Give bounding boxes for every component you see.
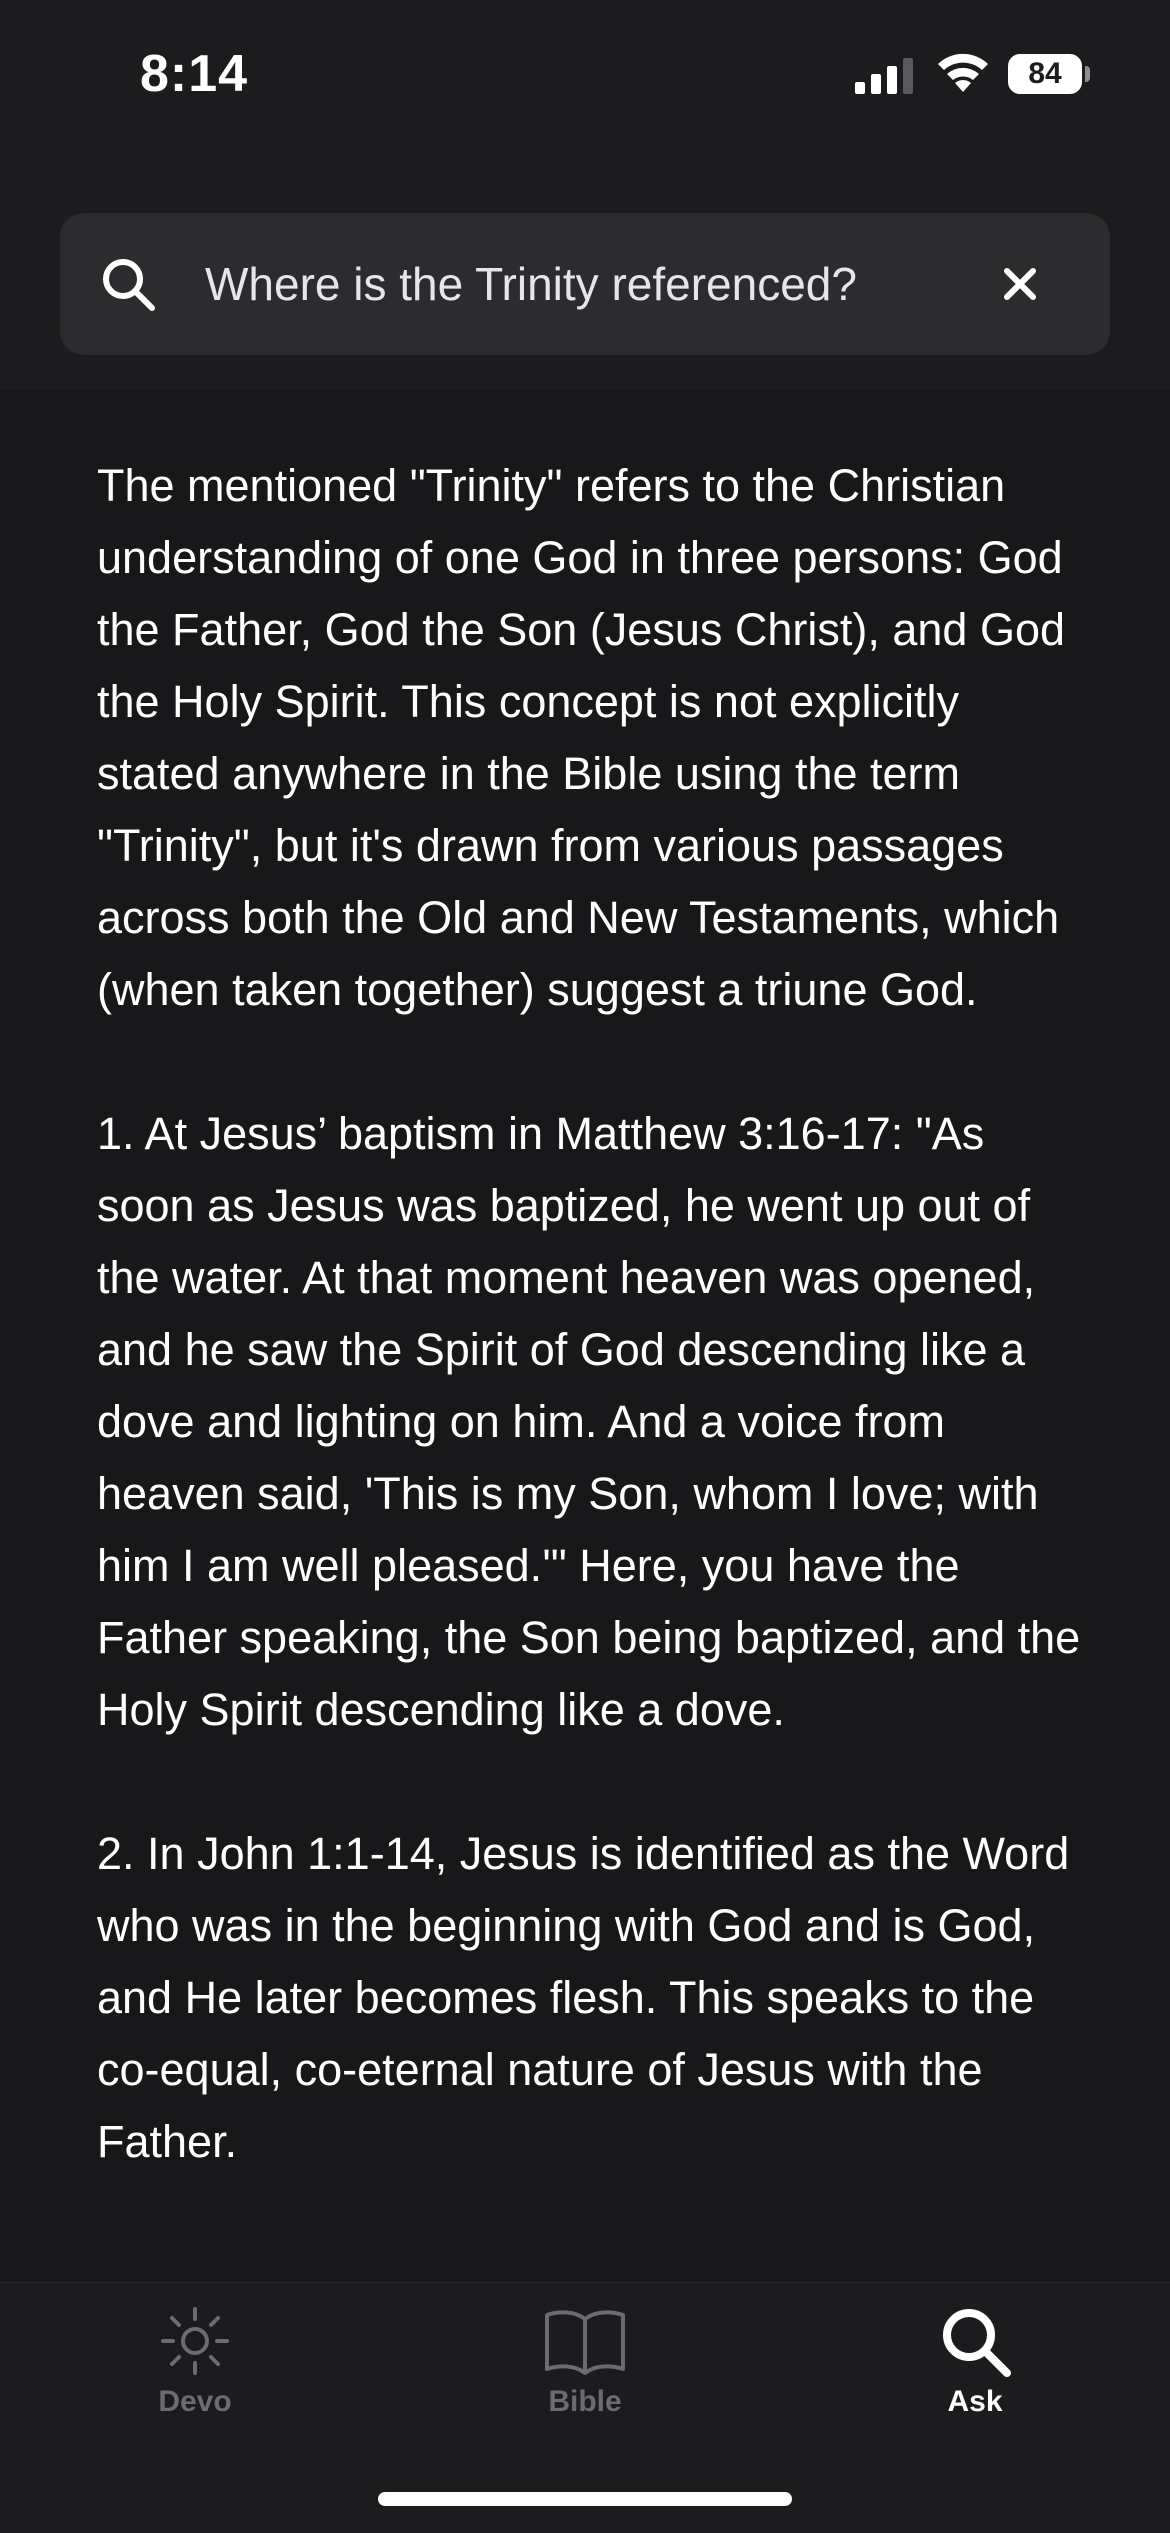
answer-paragraph: The mentioned "Trinity" refers to the Ch…	[97, 460, 1066, 1015]
battery-tip	[1085, 66, 1090, 82]
book-icon	[545, 2310, 625, 2375]
status-time: 8:14	[140, 45, 249, 103]
status-bar: 8:14 84	[0, 0, 1170, 160]
battery-level: 84	[1008, 54, 1082, 94]
battery-icon: 84	[1008, 54, 1090, 94]
search-bar[interactable]: Where is the Trinity referenced?	[60, 213, 1110, 355]
answer-paragraph: 2. In John 1:1-14, Jesus is identified a…	[97, 1828, 1070, 2167]
search-icon	[103, 259, 155, 311]
home-indicator[interactable]	[378, 2492, 792, 2506]
answer-paragraph: 1. At Jesus’ baptism in Matthew 3:16-17:…	[97, 1108, 1081, 1735]
cellular-signal-icon	[855, 58, 913, 94]
tab-label: Bible	[548, 2385, 622, 2418]
tab-bible[interactable]: Bible	[485, 2303, 685, 2453]
tab-label: Devo	[158, 2385, 232, 2418]
answer-text: The mentioned "Trinity" refers to the Ch…	[97, 450, 1087, 2270]
sun-icon	[161, 2307, 229, 2375]
close-icon[interactable]	[985, 249, 1055, 319]
wifi-icon	[938, 53, 988, 92]
tab-label: Ask	[947, 2385, 1003, 2418]
tab-ask[interactable]: Ask	[875, 2303, 1075, 2453]
search-input[interactable]: Where is the Trinity referenced?	[205, 213, 1005, 355]
search-icon	[943, 2309, 1011, 2377]
tab-devo[interactable]: Devo	[95, 2303, 295, 2453]
